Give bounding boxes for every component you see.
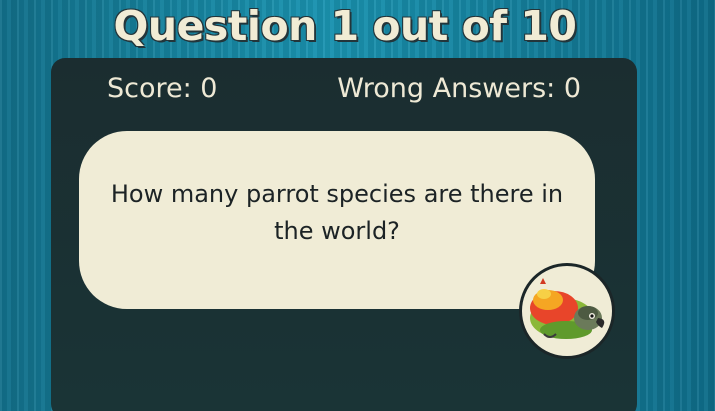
wrong-answers-label: Wrong Answers: 0 [337,73,581,104]
question-card: How many parrot species are there in the… [79,131,595,309]
parrot-avatar [519,263,615,359]
question-text: How many parrot species are there in the… [110,180,564,245]
question-counter-title: Question 1 out of 10 [113,2,577,50]
parrot-icon [530,278,605,339]
score-label: Score: 0 [107,73,218,104]
